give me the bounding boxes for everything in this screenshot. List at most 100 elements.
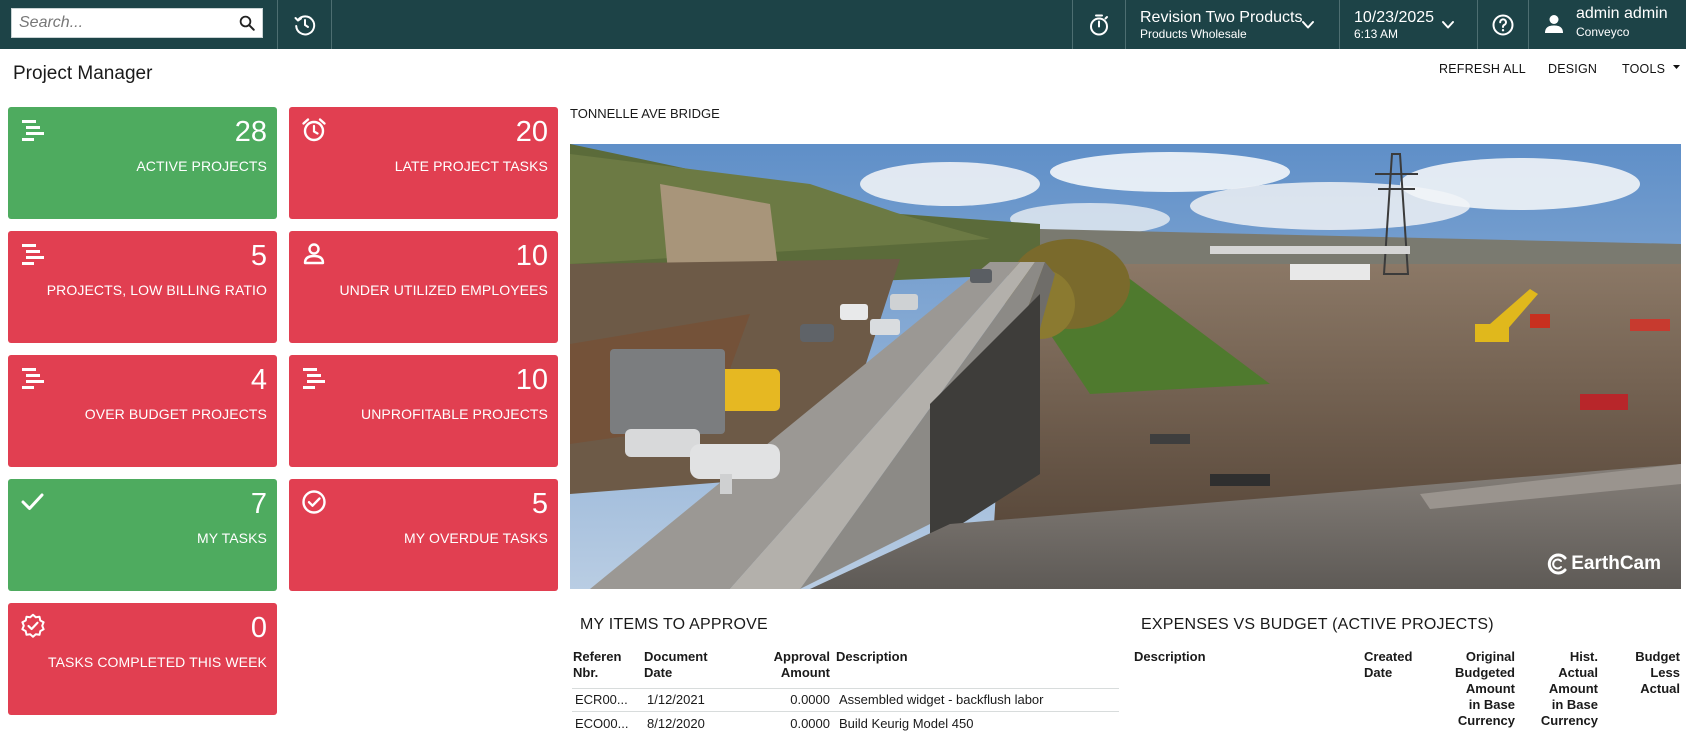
column-header-line: Amount xyxy=(780,665,830,680)
tile-label: MY TASKS xyxy=(196,530,267,546)
column-header-line: Actual xyxy=(1640,681,1680,696)
history-button[interactable] xyxy=(278,0,331,49)
earthcam-logo-icon xyxy=(1548,553,1567,575)
tile-count: 20 xyxy=(515,116,548,148)
tools-menu-button[interactable]: TOOLS xyxy=(1622,62,1681,76)
search-input[interactable] xyxy=(12,9,241,37)
tile-label: UNDER UTILIZED EMPLOYEES xyxy=(339,282,548,298)
column-header-line: Budget xyxy=(1635,649,1680,664)
column-header-line: Referen xyxy=(573,649,622,664)
tile-over-budget-projects[interactable]: 4 OVER BUDGET PROJECTS xyxy=(8,355,277,467)
cell-description: Assembled widget - backflush labor xyxy=(839,692,1044,707)
expenses-widget-title: EXPENSES VS BUDGET (ACTIVE PROJECTS) xyxy=(1141,616,1494,633)
tile-count: 7 xyxy=(250,488,267,520)
column-header-reference-nbr[interactable]: Referen Nbr. xyxy=(573,649,623,681)
timer-button[interactable] xyxy=(1073,0,1125,49)
column-header-line: Date xyxy=(1364,665,1393,680)
topbar-divider xyxy=(1125,0,1126,49)
business-time: 6:13 AM xyxy=(1354,26,1399,41)
column-header-original-budgeted-amount[interactable]: Original Budgeted Amount in Base Currenc… xyxy=(1440,649,1515,729)
tools-label: TOOLS xyxy=(1622,62,1666,76)
table-row-divider xyxy=(572,711,1119,712)
verified-badge-icon xyxy=(21,613,45,638)
search-icon[interactable] xyxy=(238,14,256,32)
column-header-description[interactable]: Description xyxy=(1134,649,1206,665)
search-box[interactable] xyxy=(11,8,263,38)
topbar-divider xyxy=(1339,0,1340,49)
construction-site-photo xyxy=(570,144,1681,589)
camera-widget-title: TONNELLE AVE BRIDGE xyxy=(570,106,720,121)
branch-subtitle: Products Wholesale xyxy=(1140,26,1247,41)
tile-label: OVER BUDGET PROJECTS xyxy=(84,406,267,422)
topbar-divider xyxy=(331,0,332,49)
column-header-line: Document xyxy=(644,649,708,664)
column-header-line: Nbr. xyxy=(573,665,599,680)
column-header-line: Budgeted xyxy=(1455,665,1515,680)
column-header-line: Less xyxy=(1650,665,1680,680)
construction-camera-image[interactable]: EarthCam xyxy=(570,144,1681,589)
earthcam-text: EarthCam xyxy=(1571,553,1661,574)
column-header-budget-less-actual[interactable]: Budget Less Actual xyxy=(1620,649,1680,697)
column-header-line: Date xyxy=(644,665,673,680)
tile-active-projects[interactable]: 28 ACTIVE PROJECTS xyxy=(8,107,277,219)
help-button[interactable] xyxy=(1478,0,1528,49)
user-menu[interactable]: admin admin Conveyco xyxy=(1529,0,1686,49)
earthcam-watermark: EarthCam xyxy=(1547,553,1661,575)
tile-count: 10 xyxy=(515,240,548,272)
cell-description: Build Keurig Model 450 xyxy=(839,716,974,731)
approve-widget-title: MY ITEMS TO APPROVE xyxy=(580,616,768,633)
column-header-hist-actual-amount[interactable]: Hist. Actual Amount in Base Currency xyxy=(1530,649,1598,729)
column-header-description[interactable]: Description xyxy=(836,649,908,665)
column-header-line: Actual xyxy=(1558,665,1598,680)
column-header-approval-amount[interactable]: Approval Amount xyxy=(760,649,830,681)
cell-reference-nbr[interactable]: ECO00... xyxy=(575,716,628,732)
column-header-line: Currency xyxy=(1540,713,1598,728)
business-date: 10/23/2025 xyxy=(1354,8,1435,26)
tile-label: LATE PROJECT TASKS xyxy=(394,158,548,174)
business-date-selector[interactable]: 10/23/2025 6:13 AM xyxy=(1354,0,1434,49)
column-header-line: Amount xyxy=(1465,681,1515,696)
history-icon xyxy=(294,14,315,35)
tile-count: 10 xyxy=(515,364,548,396)
branch-selector[interactable]: Revision Two Products Products Wholesale xyxy=(1140,0,1302,49)
column-header-line: Created xyxy=(1364,649,1413,664)
tile-count: 28 xyxy=(234,116,267,148)
cell-reference-nbr[interactable]: ECR00... xyxy=(575,692,628,708)
column-header-line: Currency xyxy=(1457,713,1515,728)
column-header-created-date[interactable]: Created Date xyxy=(1364,649,1412,681)
help-icon xyxy=(1492,14,1514,35)
tile-label: TASKS COMPLETED THIS WEEK xyxy=(47,654,267,670)
tile-my-overdue-tasks[interactable]: 5 MY OVERDUE TASKS xyxy=(289,479,558,591)
refresh-all-button[interactable]: REFRESH ALL xyxy=(1439,62,1526,76)
timer-icon xyxy=(1090,14,1108,35)
checkmark-icon xyxy=(21,493,44,510)
chevron-down-icon[interactable] xyxy=(1301,18,1315,32)
column-header-line: Approval xyxy=(773,649,830,664)
design-button[interactable]: DESIGN xyxy=(1548,62,1597,76)
column-header-line: in Base xyxy=(1551,697,1598,712)
user-icon xyxy=(1545,15,1563,33)
chevron-down-icon[interactable] xyxy=(1441,18,1455,32)
person-icon xyxy=(303,243,325,265)
user-name: admin admin xyxy=(1576,5,1668,22)
cell-approval-amount: 0.0000 xyxy=(790,692,830,707)
user-company: Conveyco xyxy=(1576,25,1630,39)
check-circle-icon xyxy=(302,490,326,514)
top-navigation-bar: Revision Two Products Products Wholesale… xyxy=(0,0,1686,49)
table-header-divider xyxy=(572,688,1119,689)
caret-down-icon xyxy=(1672,65,1680,69)
tile-late-project-tasks[interactable]: 20 LATE PROJECT TASKS xyxy=(289,107,558,219)
tile-count: 5 xyxy=(531,488,548,520)
column-header-line: Amount xyxy=(1548,681,1598,696)
tile-my-tasks[interactable]: 7 MY TASKS xyxy=(8,479,277,591)
tile-projects-low-billing-ratio[interactable]: 5 PROJECTS, LOW BILLING RATIO xyxy=(8,231,277,343)
column-header-document-date[interactable]: Document Date xyxy=(644,649,708,681)
page-title: Project Manager xyxy=(13,63,153,84)
tile-unprofitable-projects[interactable]: 10 UNPROFITABLE PROJECTS xyxy=(289,355,558,467)
tile-under-utilized-employees[interactable]: 10 UNDER UTILIZED EMPLOYEES xyxy=(289,231,558,343)
branch-name: Revision Two Products xyxy=(1140,8,1303,26)
projects-icon xyxy=(22,368,44,389)
tile-label: PROJECTS, LOW BILLING RATIO xyxy=(46,282,267,298)
tile-count: 5 xyxy=(250,240,267,272)
tile-tasks-completed-this-week[interactable]: 0 TASKS COMPLETED THIS WEEK xyxy=(8,603,277,715)
